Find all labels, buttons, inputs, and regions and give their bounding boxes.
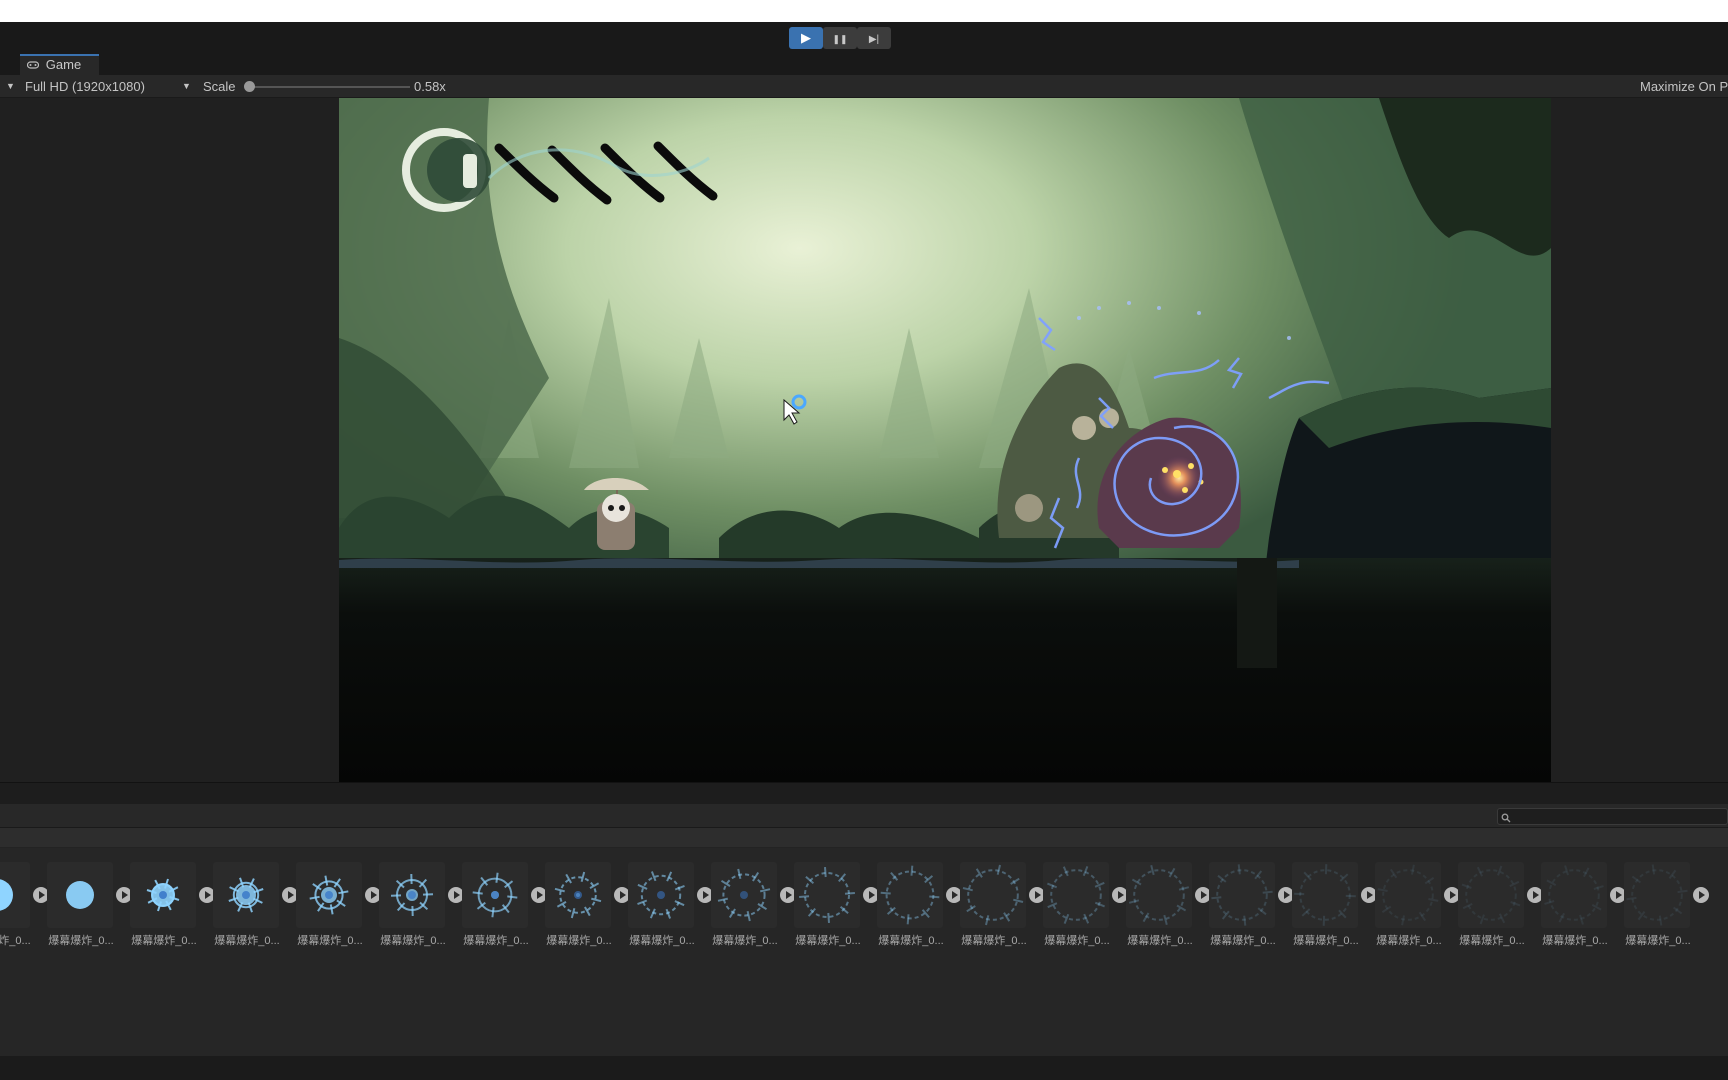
asset-item[interactable]: 爆幕爆炸_0...	[130, 862, 215, 954]
asset-name: 爆幕爆炸_0...	[1293, 935, 1359, 947]
asset-name: 爆幕爆炸_0...	[380, 935, 446, 947]
asset-item[interactable]: 爆幕爆炸_0...	[462, 862, 547, 954]
sprite-thumbnail	[462, 862, 528, 928]
asset-item[interactable]: 爆幕爆炸_0...	[0, 862, 49, 954]
asset-item[interactable]: 爆幕爆炸_0...	[1541, 862, 1626, 954]
sprite-thumbnail	[1126, 862, 1192, 928]
scale-label: Scale	[203, 79, 236, 94]
asset-name: 爆幕爆炸_0...	[297, 935, 363, 947]
gamepad-icon	[26, 61, 42, 72]
asset-item[interactable]: 爆幕爆炸_0...	[379, 862, 464, 954]
asset-name: 爆幕爆炸_0...	[1625, 935, 1691, 947]
sprite-thumbnail	[628, 862, 694, 928]
asset-name: 爆幕爆炸_0...	[48, 935, 114, 947]
sprite-thumbnail	[1043, 862, 1109, 928]
sprite-thumbnail	[1209, 862, 1275, 928]
asset-item[interactable]: 爆幕爆炸_0...	[213, 862, 298, 954]
asset-item[interactable]: 爆幕爆炸_0...	[628, 862, 713, 954]
asset-name: 爆幕爆炸_0...	[463, 935, 529, 947]
sprite-thumbnail	[0, 862, 30, 928]
asset-name: 爆幕爆炸_0...	[795, 935, 861, 947]
sprite-thumbnail	[545, 862, 611, 928]
scale-value: 0.58x	[414, 79, 446, 94]
asset-name: 爆幕爆炸_0...	[0, 935, 31, 947]
sprite-thumbnail	[1458, 862, 1524, 928]
asset-grid: 爆幕爆炸_0... 爆幕爆炸_0... 爆幕爆炸_0... 爆幕爆炸_0... …	[0, 848, 1728, 1056]
step-button[interactable]: ▶|	[857, 27, 891, 49]
asset-item[interactable]: 爆幕爆炸_0...	[1375, 862, 1460, 954]
play-button[interactable]: ▶	[789, 27, 823, 49]
game-view-toolbar: ▼ Full HD (1920x1080) ▼ Scale 0.58x Maxi…	[0, 75, 1728, 98]
asset-name: 爆幕爆炸_0...	[1376, 935, 1442, 947]
maximize-on-play-toggle[interactable]: Maximize On Play	[1640, 75, 1728, 98]
scale-slider-track[interactable]	[250, 86, 410, 88]
asset-item[interactable]: 爆幕爆炸_0...	[296, 862, 381, 954]
pause-button[interactable]: ❚❚	[823, 27, 857, 49]
pause-icon: ❚❚	[832, 34, 848, 44]
chevron-down-icon: ▼	[182, 81, 191, 91]
sprite-thumbnail	[794, 862, 860, 928]
asset-name: 爆幕爆炸_0...	[878, 935, 944, 947]
sprite-thumbnail	[213, 862, 279, 928]
resolution-label: Full HD (1920x1080)	[25, 79, 145, 94]
game-scene	[339, 98, 1551, 782]
asset-item[interactable]: 爆幕爆炸_0...	[794, 862, 879, 954]
asset-item[interactable]: 爆幕爆炸_0...	[960, 862, 1045, 954]
asset-item[interactable]: 爆幕爆炸_0...	[1126, 862, 1211, 954]
sprite-thumbnail	[877, 862, 943, 928]
step-icon: ▶|	[868, 34, 880, 45]
asset-item[interactable]: 爆幕爆炸_0...	[1624, 862, 1709, 954]
asset-name: 爆幕爆炸_0...	[712, 935, 778, 947]
sprite-thumbnail	[296, 862, 362, 928]
asset-item[interactable]: 爆幕爆炸_0...	[1458, 862, 1543, 954]
asset-item[interactable]: 爆幕爆炸_0...	[1292, 862, 1377, 954]
expand-arrow-icon[interactable]	[1693, 887, 1709, 903]
top-margin	[0, 0, 1728, 22]
project-subheader	[0, 828, 1728, 848]
sprite-thumbnail	[1624, 862, 1690, 928]
play-icon: ▶	[801, 30, 811, 45]
playmode-toolbar: ▶ ❚❚ ▶|	[0, 22, 1728, 54]
asset-item[interactable]: 爆幕爆炸_0...	[1209, 862, 1294, 954]
sprite-thumbnail	[1292, 862, 1358, 928]
tab-strip: Game	[0, 54, 1728, 75]
asset-item[interactable]: 爆幕爆炸_0...	[545, 862, 630, 954]
sprite-thumbnail	[47, 862, 113, 928]
asset-name: 爆幕爆炸_0...	[1542, 935, 1608, 947]
scale-slider-handle[interactable]	[244, 81, 255, 92]
asset-item[interactable]: 爆幕爆炸_0...	[711, 862, 796, 954]
asset-name: 爆幕爆炸_0...	[961, 935, 1027, 947]
search-icon	[1501, 810, 1513, 823]
sprite-thumbnail	[711, 862, 777, 928]
asset-name: 爆幕爆炸_0...	[1127, 935, 1193, 947]
asset-name: 爆幕爆炸_0...	[629, 935, 695, 947]
tab-game-label: Game	[45, 57, 82, 72]
sprite-thumbnail	[379, 862, 445, 928]
asset-name: 爆幕爆炸_0...	[1459, 935, 1525, 947]
project-toolbar	[0, 804, 1728, 828]
asset-name: 爆幕爆炸_0...	[1210, 935, 1276, 947]
asset-name: 爆幕爆炸_0...	[214, 935, 280, 947]
sprite-thumbnail	[960, 862, 1026, 928]
display-caret-icon: ▼	[6, 81, 15, 91]
tab-game[interactable]: Game	[20, 54, 99, 75]
asset-name: 爆幕爆炸_0...	[1044, 935, 1110, 947]
asset-item[interactable]: 爆幕爆炸_0...	[1043, 862, 1128, 954]
asset-item[interactable]: 爆幕爆炸_0...	[47, 862, 132, 954]
game-viewport[interactable]	[339, 98, 1551, 782]
asset-name: 爆幕爆炸_0...	[131, 935, 197, 947]
asset-item[interactable]: 爆幕爆炸_0...	[877, 862, 962, 954]
sprite-thumbnail	[130, 862, 196, 928]
search-input[interactable]	[1497, 808, 1728, 825]
bottom-bar	[0, 1056, 1728, 1080]
asset-name: 爆幕爆炸_0...	[546, 935, 612, 947]
sprite-thumbnail	[1375, 862, 1441, 928]
resolution-dropdown[interactable]: ▼ Full HD (1920x1080) ▼	[0, 75, 196, 98]
sprite-thumbnail	[1541, 862, 1607, 928]
panel-divider	[0, 782, 1728, 804]
unity-editor: ▶ ❚❚ ▶| Game ▼ Full HD (1920x1080) ▼ Sca…	[0, 0, 1728, 1080]
